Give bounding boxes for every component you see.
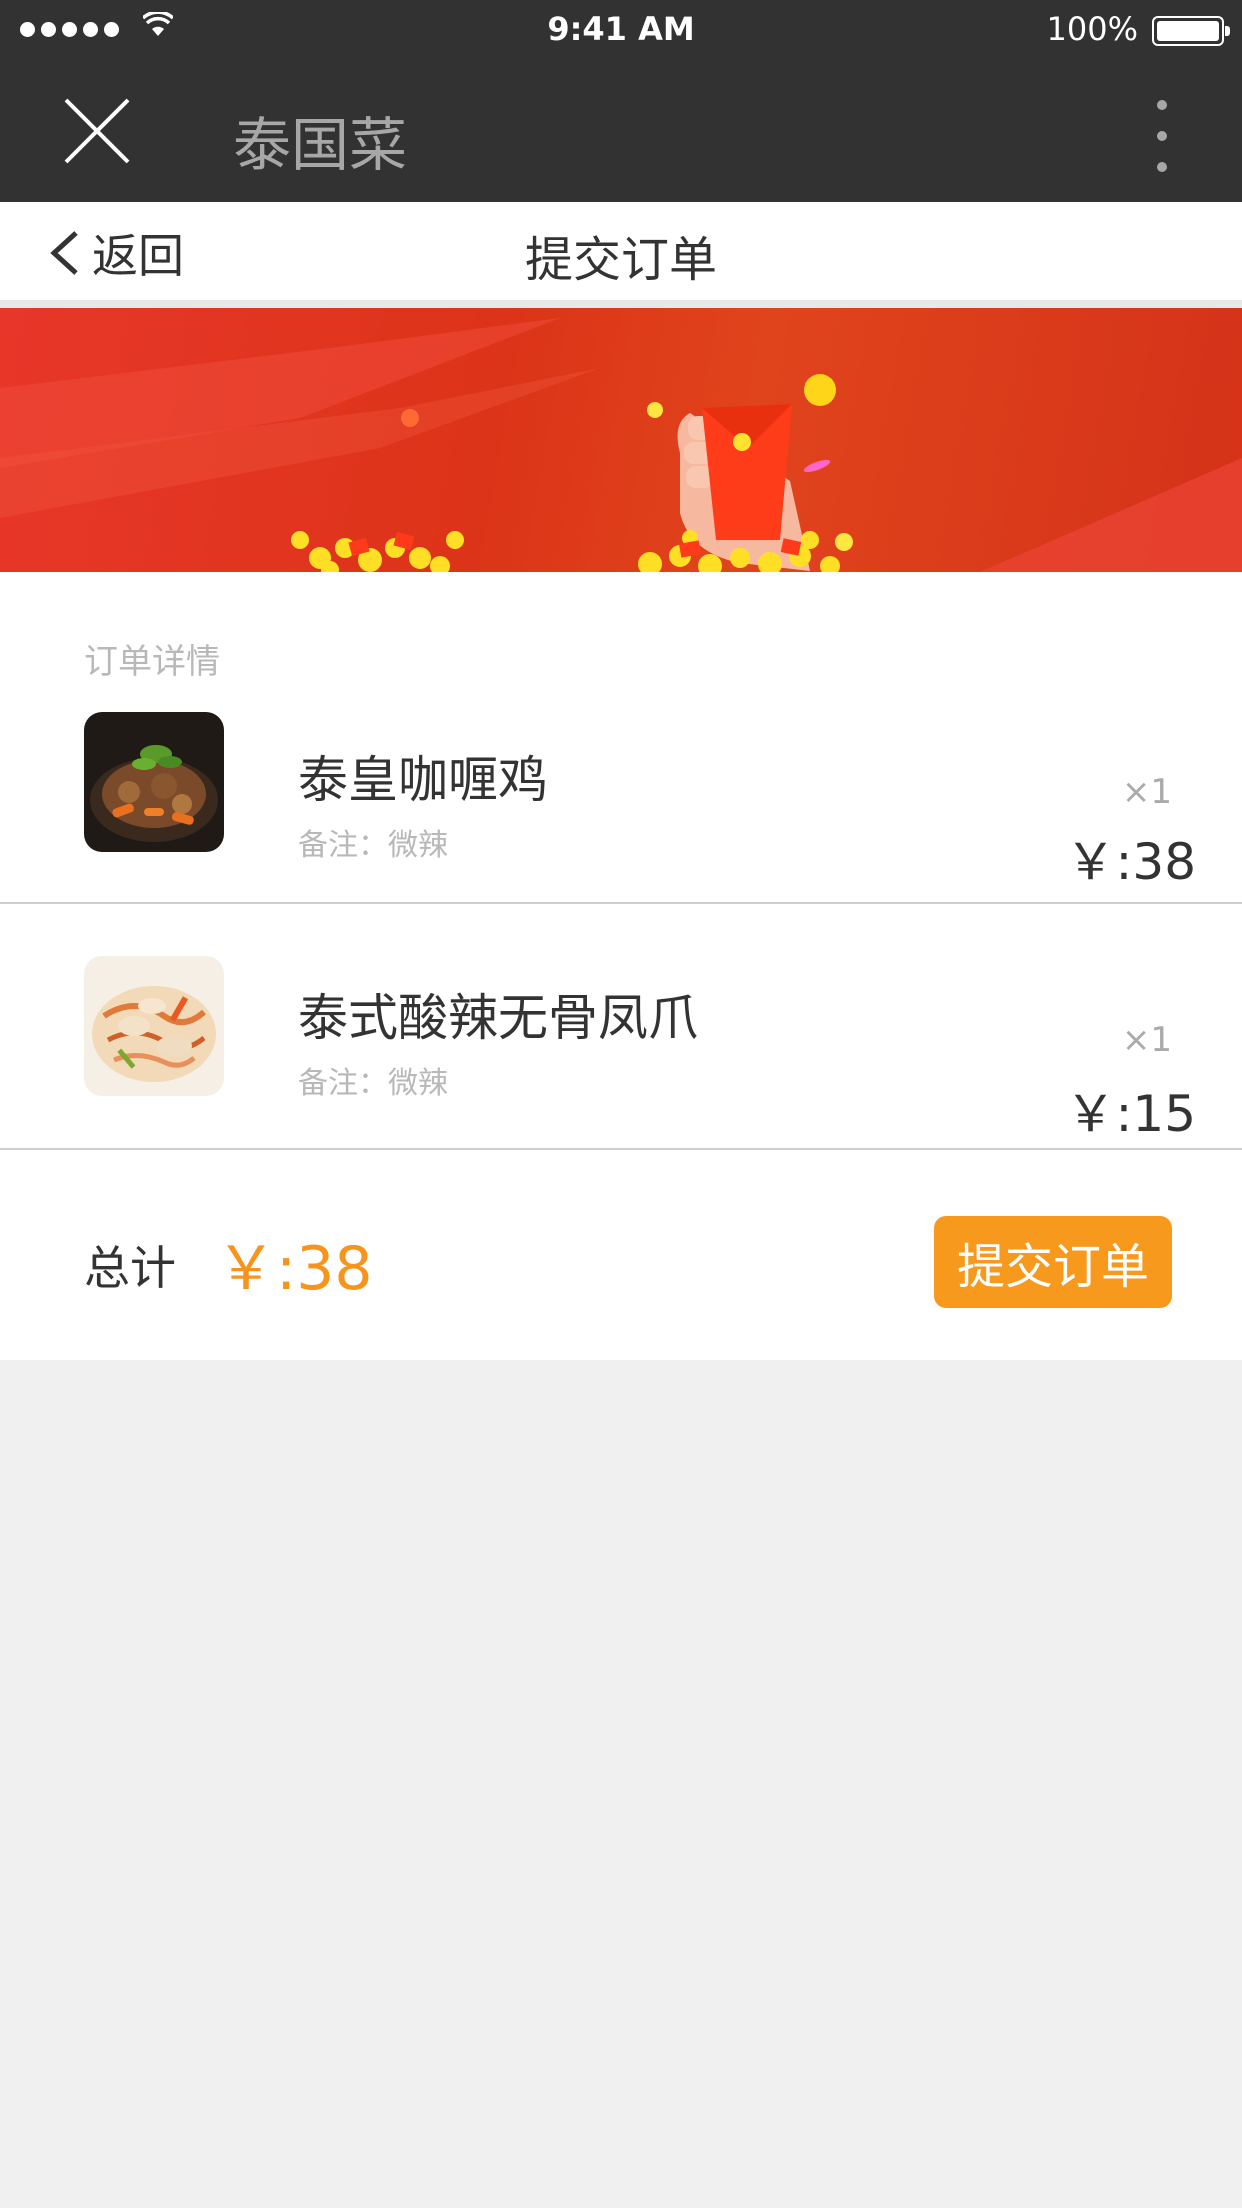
dish-thumbnail (84, 712, 224, 852)
dish-quantity: ×1 (1121, 772, 1172, 812)
app-title: 泰国菜 (233, 111, 408, 179)
battery-icon (1152, 16, 1230, 46)
dish-name: 泰皇咖喱鸡 (298, 751, 548, 809)
close-icon[interactable] (62, 96, 132, 166)
promo-banner[interactable] (0, 308, 1242, 572)
order-details: 订单详情 泰皇咖喱鸡 备注：微辣 ×1 ￥:38 泰式酸辣无骨凤爪 备注：微辣 … (0, 572, 1242, 1360)
top-bar: 9:41 AM 100% 泰国菜 (0, 0, 1242, 202)
dish-price: ￥:15 (1065, 1085, 1196, 1143)
list-item[interactable]: 泰皇咖喱鸡 备注：微辣 ×1 ￥:38 (0, 660, 1242, 904)
more-vertical-icon[interactable] (1150, 100, 1174, 172)
dish-name: 泰式酸辣无骨凤爪 (298, 989, 698, 1047)
total-label: 总计 (84, 1241, 176, 1295)
list-item[interactable]: 泰式酸辣无骨凤爪 备注：微辣 ×1 ￥:15 (0, 906, 1242, 1150)
status-bar: 9:41 AM 100% (0, 0, 1242, 60)
dish-note: 备注：微辣 (298, 1066, 448, 1101)
divider (0, 300, 1242, 308)
dish-note: 备注：微辣 (298, 828, 448, 863)
red-envelope-illustration (0, 318, 1242, 572)
total-value: ￥:38 (216, 1234, 373, 1304)
nav-bar: 返回 提交订单 (0, 202, 1242, 300)
battery-percent: 100% (1046, 10, 1138, 48)
dish-price: ￥:38 (1065, 833, 1196, 891)
dish-quantity: ×1 (1121, 1020, 1172, 1060)
submit-order-button[interactable]: 提交订单 (934, 1216, 1172, 1308)
page-title: 提交订单 (524, 232, 717, 288)
dish-thumbnail (84, 956, 224, 1096)
